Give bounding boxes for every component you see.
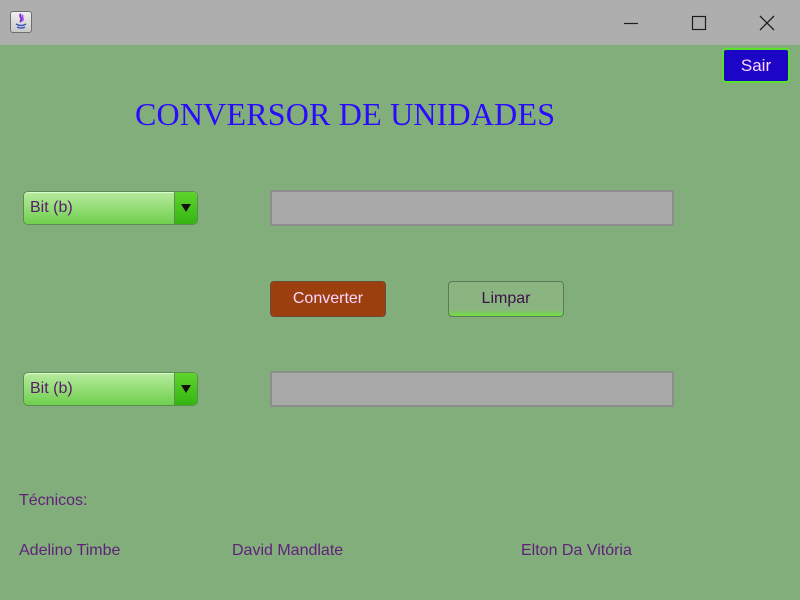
page-title: CONVERSOR DE UNIDADES [135,96,556,132]
input-value-field[interactable] [270,190,674,226]
to-unit-selected-value: Bit (b) [30,380,73,397]
app-window: Sair CONVERSOR DE UNIDADES Bit (b) Conve… [0,0,800,600]
maximize-icon [691,15,707,30]
from-unit-selected-value: Bit (b) [30,199,73,216]
to-unit-select[interactable]: Bit (b) [23,372,198,406]
chevron-down-icon[interactable] [174,373,197,405]
from-unit-select[interactable]: Bit (b) [23,191,198,225]
maximize-button[interactable] [666,0,732,45]
technician-name: David Mandlate [232,542,344,559]
technicians-heading: Técnicos: [19,492,88,509]
minimize-button[interactable] [598,0,664,45]
minimize-icon [624,22,638,24]
title-bar [0,0,800,45]
output-value-field[interactable] [270,371,674,407]
technician-name: Adelino Timbe [19,542,121,559]
java-app-icon [10,11,32,33]
convert-button[interactable]: Converter [270,281,386,317]
close-icon [759,15,775,30]
close-button[interactable] [734,0,800,45]
chevron-down-icon[interactable] [174,192,197,224]
clear-button[interactable]: Limpar [448,281,564,317]
technician-name: Elton Da Vitória [521,542,632,559]
exit-button[interactable]: Sair [722,48,790,83]
